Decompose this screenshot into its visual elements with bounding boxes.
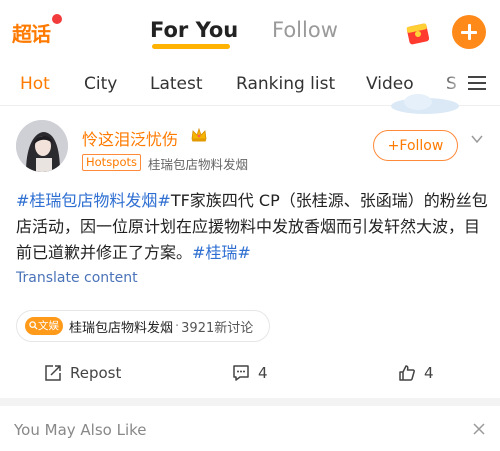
topic-discussion-count: 3921新讨论 [181,320,254,336]
like-button[interactable]: 4 [398,364,434,382]
search-icon [29,321,38,330]
topic-category-badge: 文娱 [25,317,63,335]
menu-icon[interactable] [468,75,486,91]
chevron-down-icon[interactable] [470,132,484,146]
like-count: 4 [424,364,434,382]
supertopic-logo[interactable]: 超话 [12,14,62,46]
comment-button[interactable]: 4 [232,364,268,382]
section-divider [0,398,500,406]
notification-dot [52,14,62,24]
subtab-city[interactable]: City [84,74,117,94]
tab-for-you[interactable]: For You [150,18,238,42]
logo-text: 超话 [12,22,51,46]
you-may-also-like-heading: You May Also Like [14,421,147,439]
top-bar: 超话 For You Follow [0,0,500,60]
add-post-button[interactable] [452,15,486,49]
subtab-latest[interactable]: Latest [150,74,203,94]
close-icon[interactable] [472,422,486,436]
repost-icon [45,365,61,381]
post-actions: Repost 4 4 [0,358,500,392]
comment-icon [233,365,249,381]
topic-separator: · [175,318,180,334]
repost-label: Repost [70,364,122,382]
subtab-video[interactable]: Video [366,74,414,94]
topic-chip[interactable]: 文娱 桂瑞包店物料发烟 · 3921新讨论 [16,310,270,342]
tab-follow[interactable]: Follow [272,18,338,42]
comment-count: 4 [258,364,268,382]
post-source[interactable]: 桂瑞包店物料发烟 [148,154,248,173]
crown-icon [191,127,207,142]
thumbs-up-icon [399,365,415,381]
hashtag-link[interactable]: #桂瑞包店物料发烟# [16,191,171,210]
post-content: #桂瑞包店物料发烟#TF家族四代 CP（张桂源、张函瑞）的粉丝包店活动，因一位原… [16,188,490,266]
subtab-ranking-list[interactable]: Ranking list [236,74,335,94]
follow-button[interactable]: +Follow [373,130,458,161]
topic-title: 桂瑞包店物料发烟 [69,320,174,336]
username[interactable]: 怜这泪泛忧伤 [82,126,178,150]
hashtag-link[interactable]: #桂瑞# [192,243,251,262]
hotspots-badge: Hotspots [82,154,142,171]
topic-category-label: 文娱 [38,320,59,332]
active-tab-indicator [152,44,230,49]
cloud-decoration [391,94,459,114]
subtab-hot[interactable]: Hot [20,74,50,94]
translate-link[interactable]: Translate content [16,270,138,286]
red-packet-icon[interactable] [404,18,434,46]
repost-button[interactable]: Repost [44,364,121,382]
avatar[interactable] [16,120,68,172]
